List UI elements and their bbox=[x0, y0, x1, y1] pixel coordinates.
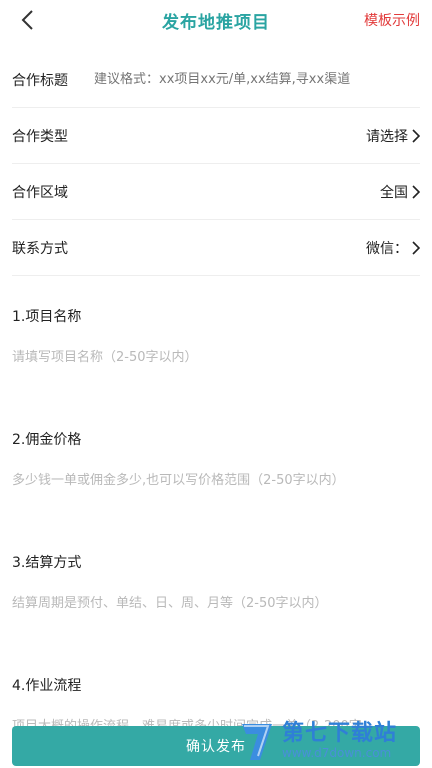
type-value: 请选择 bbox=[366, 128, 408, 145]
project-name-title: 1.项目名称 bbox=[12, 309, 82, 325]
section-project-name: 1.项目名称 请填写项目名称（2-50字以内） bbox=[12, 306, 420, 365]
cooperation-form: 合作标题 合作类型 请选择 合作区域 全国 联系方式 微信： bbox=[12, 52, 420, 276]
area-value: 全国 bbox=[380, 184, 408, 201]
area-select[interactable]: 全国 bbox=[380, 182, 420, 202]
title-input[interactable] bbox=[94, 72, 420, 87]
chevron-right-icon bbox=[412, 240, 420, 255]
row-contact[interactable]: 联系方式 微信： bbox=[12, 220, 420, 276]
confirm-publish-label: 确认发布 bbox=[186, 739, 246, 755]
row-area[interactable]: 合作区域 全国 bbox=[12, 164, 420, 220]
watermark-logo-icon bbox=[238, 720, 278, 762]
contact-select[interactable]: 微信： bbox=[366, 238, 420, 258]
watermark-brand: 第七下载站 bbox=[282, 721, 398, 746]
area-label: 合作区域 bbox=[12, 184, 68, 201]
watermark: 第七下载站 www.d7down.com bbox=[238, 716, 428, 766]
settlement-input[interactable]: 结算周期是预付、单结、日、周、月等（2-50字以内） bbox=[12, 592, 420, 611]
workflow-title: 4.作业流程 bbox=[12, 678, 82, 694]
template-example-link[interactable]: 模板示例 bbox=[364, 10, 420, 30]
project-name-input[interactable]: 请填写项目名称（2-50字以内） bbox=[12, 346, 420, 365]
top-bar: 发布地推项目 模板示例 bbox=[0, 0, 432, 40]
settlement-title: 3.结算方式 bbox=[12, 555, 82, 571]
chevron-right-icon bbox=[412, 184, 420, 199]
title-label: 合作标题 bbox=[12, 72, 68, 89]
contact-label: 联系方式 bbox=[12, 240, 68, 257]
chevron-right-icon bbox=[412, 128, 420, 143]
type-select[interactable]: 请选择 bbox=[366, 126, 420, 146]
section-settlement: 3.结算方式 结算周期是预付、单结、日、周、月等（2-50字以内） bbox=[12, 552, 420, 611]
contact-value: 微信： bbox=[366, 240, 408, 257]
row-title: 合作标题 bbox=[12, 52, 420, 108]
watermark-url: www.d7down.com bbox=[282, 746, 392, 760]
row-type[interactable]: 合作类型 请选择 bbox=[12, 108, 420, 164]
type-label: 合作类型 bbox=[12, 128, 68, 145]
commission-title: 2.佣金价格 bbox=[12, 432, 82, 448]
commission-input[interactable]: 多少钱一单或佣金多少,也可以写价格范围（2-50字以内） bbox=[12, 469, 420, 488]
section-commission: 2.佣金价格 多少钱一单或佣金多少,也可以写价格范围（2-50字以内） bbox=[12, 429, 420, 488]
